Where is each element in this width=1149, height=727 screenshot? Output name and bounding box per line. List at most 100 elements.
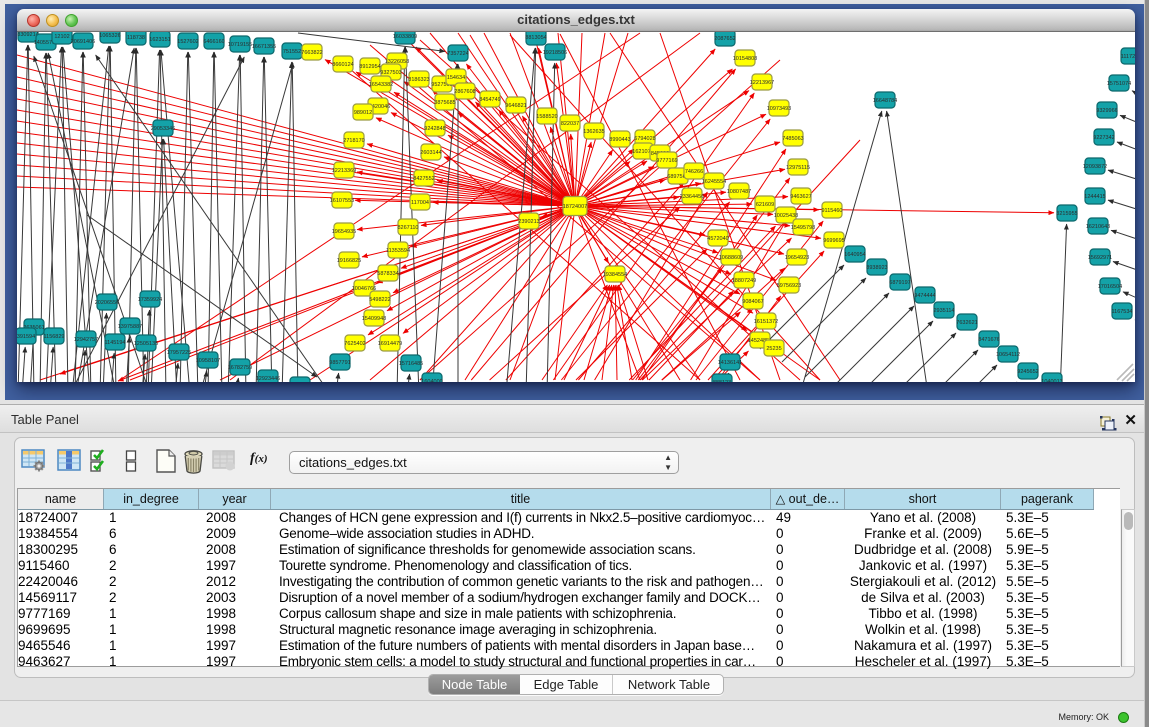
- svg-text:9242848: 9242848: [424, 126, 445, 132]
- svg-text:2087652: 2087652: [714, 36, 735, 42]
- svg-text:16782759: 16782759: [228, 365, 252, 371]
- svg-text:17957225: 17957225: [167, 350, 191, 356]
- svg-text:12505135: 12505135: [134, 341, 158, 347]
- svg-text:2390213: 2390213: [518, 219, 539, 225]
- svg-text:9857791: 9857791: [329, 360, 350, 366]
- svg-text:391594: 391594: [17, 334, 35, 340]
- svg-text:10958107: 10958107: [196, 358, 220, 364]
- svg-text:19384554: 19384554: [603, 272, 627, 278]
- svg-text:9115460: 9115460: [821, 208, 842, 214]
- svg-text:1117205: 1117205: [1121, 54, 1135, 60]
- svg-text:8938923: 8938923: [866, 265, 887, 271]
- svg-text:1065326: 1065326: [99, 33, 120, 39]
- svg-text:19654935: 19654935: [332, 229, 356, 235]
- svg-text:12975115: 12975115: [786, 165, 810, 171]
- svg-text:8990443: 8990443: [609, 137, 630, 143]
- svg-text:16033809: 16033809: [393, 34, 417, 40]
- svg-text:17016504: 17016504: [1098, 284, 1122, 290]
- svg-text:1156829: 1156829: [43, 334, 64, 340]
- svg-text:8267110: 8267110: [397, 225, 418, 231]
- svg-text:59756923: 59756923: [777, 283, 801, 289]
- svg-text:9646821: 9646821: [505, 103, 526, 109]
- svg-text:5498222: 5498222: [369, 297, 390, 303]
- svg-text:17359924: 17359924: [138, 297, 162, 303]
- svg-text:25235: 25235: [766, 346, 781, 352]
- svg-text:16107553: 16107553: [330, 198, 354, 204]
- svg-text:12093872: 12093872: [1083, 164, 1107, 170]
- svg-text:751552: 751552: [283, 49, 301, 55]
- svg-text:16151372: 16151372: [754, 319, 778, 325]
- svg-text:16210643: 16210643: [1086, 224, 1110, 230]
- svg-text:8813054: 8813054: [525, 35, 546, 41]
- svg-text:1145194: 1145194: [104, 340, 125, 346]
- svg-text:7625402: 7625402: [344, 341, 365, 347]
- svg-text:16671355: 16671355: [252, 44, 276, 50]
- svg-text:12923446: 12923446: [256, 376, 280, 382]
- svg-text:154634: 154634: [447, 75, 465, 81]
- svg-text:13975887: 13975887: [118, 324, 142, 330]
- svg-text:6879197: 6879197: [889, 280, 910, 286]
- svg-text:12942757: 12942757: [74, 337, 98, 343]
- svg-text:16245554: 16245554: [702, 179, 726, 185]
- svg-text:10973493: 10973493: [767, 106, 791, 112]
- svg-text:14136141: 14136141: [718, 360, 742, 366]
- svg-text:16648784: 16648784: [873, 98, 897, 104]
- svg-text:117004: 117004: [411, 200, 429, 206]
- svg-text:15716485: 15716485: [399, 361, 423, 367]
- svg-text:19218506: 19218506: [543, 50, 567, 56]
- svg-text:2718170: 2718170: [343, 138, 364, 144]
- svg-text:16543382: 16543382: [369, 82, 393, 88]
- svg-text:2935114: 2935114: [933, 308, 954, 314]
- svg-text:1244415: 1244415: [1084, 194, 1105, 200]
- svg-text:10688609: 10688609: [719, 255, 743, 261]
- svg-text:10719155: 10719155: [228, 42, 252, 48]
- svg-text:29053346: 29053346: [151, 126, 175, 132]
- svg-text:15495798: 15495798: [791, 225, 815, 231]
- svg-text:1640954: 1640954: [844, 252, 865, 258]
- svg-text:18724007: 18724007: [563, 204, 587, 210]
- svg-text:621609: 621609: [756, 202, 774, 208]
- svg-text:10807487: 10807487: [727, 189, 751, 195]
- svg-text:1604000: 1604000: [421, 379, 442, 382]
- svg-text:16914479: 16914479: [378, 341, 402, 347]
- svg-text:10025438: 10025438: [774, 213, 798, 219]
- svg-text:7357224: 7357224: [447, 51, 468, 57]
- svg-text:1362635: 1362635: [583, 129, 604, 135]
- svg-text:989012: 989012: [354, 110, 372, 116]
- svg-text:822037: 822037: [561, 121, 579, 127]
- svg-text:10654112: 10654112: [996, 352, 1020, 358]
- svg-text:8427552: 8427552: [413, 176, 434, 182]
- svg-text:9777169: 9777169: [656, 158, 677, 164]
- svg-text:23364456: 23364456: [680, 194, 704, 200]
- svg-text:9084067: 9084067: [742, 299, 763, 305]
- svg-text:8454749: 8454749: [479, 97, 500, 103]
- svg-text:118738: 118738: [127, 35, 145, 41]
- svg-text:2603144: 2603144: [420, 150, 441, 156]
- svg-text:2867608: 2867608: [454, 89, 475, 95]
- svg-text:12213369: 12213369: [332, 168, 356, 174]
- svg-text:7485063: 7485063: [782, 136, 803, 142]
- svg-text:9227342: 9227342: [1093, 135, 1114, 141]
- svg-text:8912954: 8912954: [359, 64, 380, 70]
- svg-text:3215955: 3215955: [1056, 211, 1077, 217]
- svg-text:1527602: 1527602: [177, 39, 198, 45]
- svg-text:7632621: 7632621: [956, 320, 977, 326]
- svg-text:9463627: 9463627: [790, 194, 811, 200]
- svg-text:15409948: 15409948: [362, 316, 386, 322]
- svg-text:1040013: 1040013: [1041, 379, 1062, 382]
- svg-text:4572040: 4572040: [707, 236, 728, 242]
- svg-text:9329966: 9329966: [1096, 108, 1117, 114]
- svg-text:20691406: 20691406: [71, 39, 95, 45]
- svg-text:888123: 888123: [713, 380, 731, 382]
- svg-text:11353594: 11353594: [386, 248, 410, 254]
- svg-text:9474444: 9474444: [914, 293, 935, 299]
- svg-text:1623151: 1623151: [149, 37, 170, 43]
- svg-text:3875685: 3875685: [434, 100, 455, 106]
- svg-text:8186323: 8186323: [408, 77, 429, 83]
- svg-text:18807249: 18807249: [732, 278, 756, 284]
- svg-text:5878334: 5878334: [377, 271, 398, 277]
- svg-text:8471676: 8471676: [978, 337, 999, 343]
- svg-text:15692971: 15692971: [1088, 255, 1112, 261]
- svg-text:19166825: 19166825: [337, 258, 361, 264]
- svg-text:6794028: 6794028: [634, 136, 655, 142]
